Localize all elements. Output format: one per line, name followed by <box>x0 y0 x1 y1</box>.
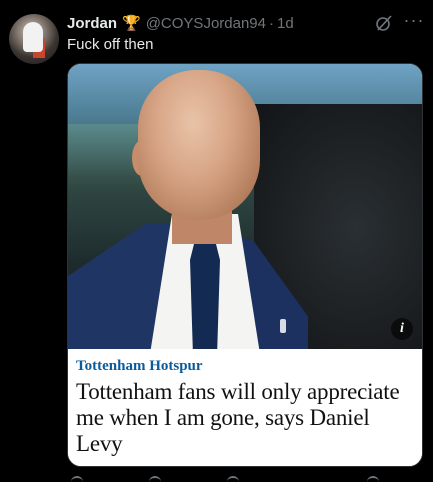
article-headline: Tottenham fans will only appreciate me w… <box>76 379 400 456</box>
like-icon[interactable] <box>227 476 239 482</box>
author-name[interactable]: Jordan <box>67 15 117 32</box>
tweet-text: Fuck off then <box>67 36 154 53</box>
author-handle[interactable]: @COYSJordan94 <box>146 15 266 32</box>
info-icon[interactable]: i <box>391 318 413 340</box>
photo-tie <box>190 236 220 349</box>
repost-icon[interactable] <box>149 476 161 482</box>
card-caption: Tottenham Hotspur Tottenham fans will on… <box>68 349 422 466</box>
avatar-figure <box>23 22 43 52</box>
reply-icon[interactable] <box>71 476 83 482</box>
link-card[interactable]: i Tottenham Hotspur Tottenham fans will … <box>67 63 423 467</box>
trophy-icon: 🏆 <box>122 15 141 32</box>
timestamp[interactable]: 1d <box>277 15 294 32</box>
grok-icon[interactable] <box>374 13 394 33</box>
separator-dot: · <box>269 14 274 32</box>
bookmark-icon[interactable] <box>367 476 379 482</box>
avatar[interactable] <box>9 14 59 64</box>
photo-head <box>138 70 260 220</box>
tweet[interactable]: Jordan 🏆 @COYSJordan94 · 1d ··· Fuck off… <box>0 0 433 480</box>
article-photo[interactable]: i <box>68 64 422 349</box>
photo-lapel-pin <box>280 319 286 333</box>
tweet-header: Jordan 🏆 @COYSJordan94 · 1d <box>67 12 294 34</box>
article-kicker: Tottenham Hotspur <box>76 358 203 374</box>
action-bar-partial <box>67 474 423 480</box>
more-icon[interactable]: ··· <box>403 11 425 33</box>
